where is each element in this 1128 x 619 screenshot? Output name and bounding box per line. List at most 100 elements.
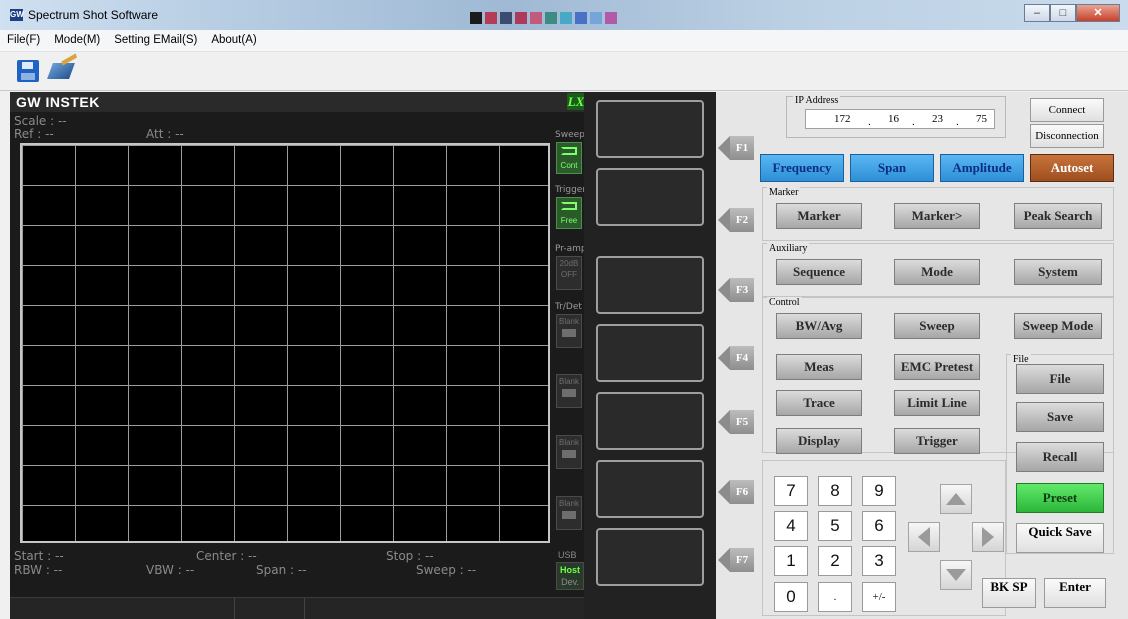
amplitude-button[interactable]: Amplitude <box>940 154 1024 182</box>
key-0[interactable]: 0 <box>774 582 808 612</box>
softkey-4[interactable] <box>596 324 704 382</box>
ip-octet-2: 16 <box>888 113 899 125</box>
menu-file[interactable]: File(F) <box>0 30 47 51</box>
usb-indicator-label: USB <box>558 550 577 560</box>
f2-key[interactable]: F2 <box>718 208 758 232</box>
preamp-state: OFF <box>561 270 577 279</box>
usb-dev: Dev. <box>561 577 579 587</box>
close-button[interactable]: ✕ <box>1076 4 1120 22</box>
softkey-1[interactable] <box>596 100 704 158</box>
ip-octet-1: 172 <box>834 113 851 125</box>
disconnect-button[interactable]: Disconnection <box>1030 124 1104 148</box>
trace-state: Blank <box>558 499 579 508</box>
f7-key[interactable]: F7 <box>718 548 758 572</box>
edit-toolbar-button[interactable] <box>47 57 76 85</box>
edit-icon <box>47 63 75 79</box>
autoset-button[interactable]: Autoset <box>1030 154 1114 182</box>
emc-pretest-button[interactable]: EMC Pretest <box>894 354 980 380</box>
sweep-readout: Sweep : -- <box>416 563 477 577</box>
marker-button[interactable]: Marker <box>776 203 862 229</box>
system-button[interactable]: System <box>1014 259 1102 285</box>
key-5[interactable]: 5 <box>818 511 852 541</box>
key-6[interactable]: 6 <box>862 511 896 541</box>
enter-button[interactable]: Enter <box>1044 578 1106 608</box>
bw-avg-button[interactable]: BW/Avg <box>776 313 862 339</box>
save-toolbar-button[interactable] <box>14 57 42 85</box>
maximize-button[interactable]: □ <box>1050 4 1076 22</box>
window-controls: – □ ✕ <box>1024 4 1120 22</box>
key-plus-minus[interactable]: +/- <box>862 582 896 612</box>
f3-label: F3 <box>730 278 754 302</box>
trace-indicator-1: Blank <box>556 314 582 348</box>
preset-button[interactable]: Preset <box>1016 483 1104 513</box>
title-bar: GW Spectrum Shot Software – □ ✕ <box>0 0 1128 30</box>
key-dot[interactable]: . <box>818 582 852 612</box>
softkey-5[interactable] <box>596 392 704 450</box>
mode-button[interactable]: Mode <box>894 259 980 285</box>
menu-setting-email[interactable]: Setting EMail(S) <box>107 30 204 51</box>
f5-label: F5 <box>730 410 754 434</box>
f1-key[interactable]: F1 <box>718 136 758 160</box>
key-4[interactable]: 4 <box>774 511 808 541</box>
trace-button[interactable]: Trace <box>776 390 862 416</box>
arrow-right-icon[interactable] <box>972 522 1004 552</box>
key-2[interactable]: 2 <box>818 546 852 576</box>
status-bar <box>10 597 600 619</box>
f3-key[interactable]: F3 <box>718 278 758 302</box>
span-button[interactable]: Span <box>850 154 934 182</box>
f4-key[interactable]: F4 <box>718 346 758 370</box>
menu-mode[interactable]: Mode(M) <box>47 30 107 51</box>
key-3[interactable]: 3 <box>862 546 896 576</box>
meas-button[interactable]: Meas <box>776 354 862 380</box>
arrow-down-icon[interactable] <box>940 560 972 590</box>
key-9[interactable]: 9 <box>862 476 896 506</box>
key-1[interactable]: 1 <box>774 546 808 576</box>
softkey-6[interactable] <box>596 460 704 518</box>
ip-dot: . <box>912 116 915 128</box>
menu-bar: File(F) Mode(M) Setting EMail(S) About(A… <box>0 30 1128 52</box>
trace-state: Blank <box>558 317 579 326</box>
frequency-button[interactable]: Frequency <box>760 154 844 182</box>
f5-key[interactable]: F5 <box>718 410 758 434</box>
sweep-mode-button[interactable]: Sweep Mode <box>1014 313 1102 339</box>
marker-group-label: Marker <box>767 187 801 198</box>
softkey-7[interactable] <box>596 528 704 586</box>
usb-indicator: Host Dev. <box>556 562 584 590</box>
softkey-3[interactable] <box>596 256 704 314</box>
f4-label: F4 <box>730 346 754 370</box>
control-panel: IP Address 172 . 16 . 23 . 75 Connect Di… <box>760 92 1128 619</box>
file-button[interactable]: File <box>1016 364 1104 394</box>
ip-address-group: IP Address 172 . 16 . 23 . 75 <box>786 95 1006 138</box>
trigger-button[interactable]: Trigger <box>894 428 980 454</box>
save-button[interactable]: Save <box>1016 402 1104 432</box>
trigger-indicator: Free <box>556 197 582 229</box>
display-button[interactable]: Display <box>776 428 862 454</box>
quick-save-button[interactable]: Quick Save <box>1016 523 1104 553</box>
f6-key[interactable]: F6 <box>718 480 758 504</box>
sequence-button[interactable]: Sequence <box>776 259 862 285</box>
marker-to-button[interactable]: Marker> <box>894 203 980 229</box>
ip-dot: . <box>868 116 871 128</box>
arrow-up-icon[interactable] <box>940 484 972 514</box>
key-7[interactable]: 7 <box>774 476 808 506</box>
minimize-button[interactable]: – <box>1024 4 1050 22</box>
softkey-2[interactable] <box>596 168 704 226</box>
sweep-button[interactable]: Sweep <box>894 313 980 339</box>
ip-address-input[interactable]: 172 . 16 . 23 . 75 <box>805 109 995 129</box>
key-8[interactable]: 8 <box>818 476 852 506</box>
stop-readout: Stop : -- <box>386 549 434 563</box>
backspace-button[interactable]: BK SP <box>982 578 1036 608</box>
trace-state: Blank <box>558 377 579 386</box>
arrow-left-icon[interactable] <box>908 522 940 552</box>
preamp-level: 20dB <box>559 259 579 268</box>
peak-search-button[interactable]: Peak Search <box>1014 203 1102 229</box>
spectrum-display: GW INSTEK LXI Scale : -- Ref : -- Att : … <box>10 92 724 619</box>
limit-line-button[interactable]: Limit Line <box>894 390 980 416</box>
control-group-label: Control <box>767 297 802 308</box>
menu-about[interactable]: About(A) <box>204 30 263 51</box>
toolbar <box>0 53 1128 91</box>
recall-button[interactable]: Recall <box>1016 442 1104 472</box>
connect-button[interactable]: Connect <box>1030 98 1104 122</box>
spectrum-grid[interactable] <box>20 143 550 543</box>
trigger-indicator-value: Free <box>560 216 578 225</box>
